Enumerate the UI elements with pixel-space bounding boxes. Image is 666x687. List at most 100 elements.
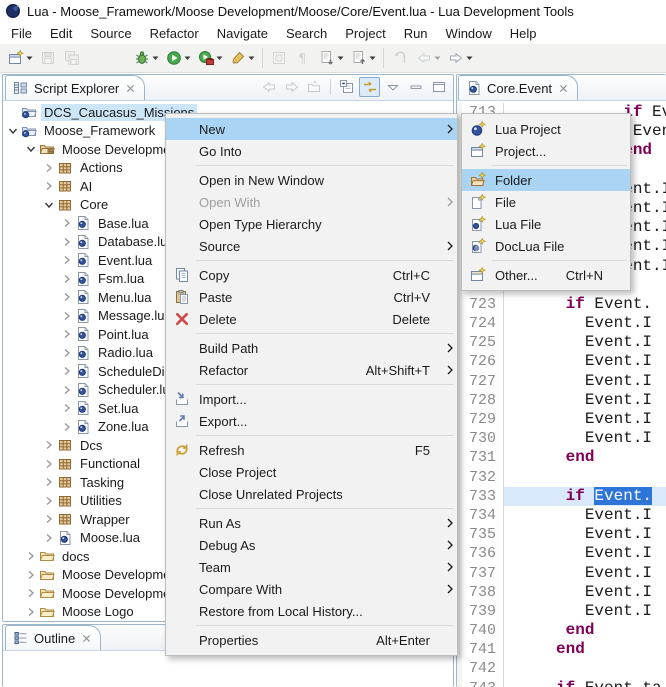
code-line-732[interactable]: 732 (457, 468, 666, 487)
dropdown-arrow-icon[interactable] (369, 56, 376, 61)
code-line-733[interactable]: 733 if Event. (457, 487, 666, 506)
dropdown-arrow-icon[interactable] (434, 56, 441, 61)
menu-item-refresh[interactable]: RefreshF5 (166, 439, 457, 461)
menu-item-folder[interactable]: Folder (462, 169, 630, 191)
menu-item-close-unrelated-projects[interactable]: Close Unrelated Projects (166, 483, 457, 505)
menu-item-file[interactable]: File (462, 191, 630, 213)
menubar-item-refactor[interactable]: Refactor (141, 24, 208, 43)
chevron-right-icon[interactable] (59, 215, 75, 231)
close-icon[interactable] (559, 84, 568, 93)
code-line-738[interactable]: 738 Event.I (457, 583, 666, 602)
menu-item-other[interactable]: Other...Ctrl+N (462, 264, 630, 286)
chevron-right-icon[interactable] (59, 234, 75, 250)
menu-item-open-type-hierarchy[interactable]: Open Type Hierarchy (166, 213, 457, 235)
menu-item-copy[interactable]: CopyCtrl+C (166, 264, 457, 286)
menu-item-import[interactable]: Import... (166, 388, 457, 410)
chevron-right-icon[interactable] (59, 363, 75, 379)
menu-item-compare-with[interactable]: Compare With (166, 578, 457, 600)
dropdown-arrow-icon[interactable] (26, 56, 33, 61)
chevron-right-icon[interactable] (23, 548, 39, 564)
chevron-right-icon[interactable] (59, 289, 75, 305)
close-icon[interactable] (126, 84, 135, 93)
code-line-726[interactable]: 726 Event.I (457, 352, 666, 371)
close-icon[interactable] (82, 634, 91, 643)
code-line-729[interactable]: 729 Event.I (457, 410, 666, 429)
code-line-742[interactable]: 742 (457, 659, 666, 678)
code-line-739[interactable]: 739 Event.I (457, 602, 666, 621)
code-line-730[interactable]: 730 Event.I (457, 429, 666, 448)
menu-item-paste[interactable]: PasteCtrl+V (166, 286, 457, 308)
chevron-right-icon[interactable] (59, 271, 75, 287)
code-line-734[interactable]: 734 Event.I (457, 506, 666, 525)
prev-annotation-button[interactable] (347, 46, 379, 70)
menu-item-restore-from-local-history[interactable]: Restore from Local History... (166, 600, 457, 622)
forward-tool-button[interactable] (444, 46, 476, 70)
menu-item-build-path[interactable]: Build Path (166, 337, 457, 359)
menubar-item-edit[interactable]: Edit (41, 24, 81, 43)
chevron-right-icon[interactable] (41, 160, 57, 176)
menubar-item-source[interactable]: Source (81, 24, 140, 43)
dropdown-arrow-icon[interactable] (248, 56, 255, 61)
chevron-right-icon[interactable] (59, 326, 75, 342)
code-line-727[interactable]: 727 Event.I (457, 372, 666, 391)
menu-item-open-in-new-window[interactable]: Open in New Window (166, 169, 457, 191)
maximize-button[interactable] (428, 77, 449, 97)
menubar-item-window[interactable]: Window (437, 24, 501, 43)
link-editor-button[interactable] (359, 77, 380, 97)
chevron-down-icon[interactable] (41, 197, 57, 213)
code-line-728[interactable]: 728 Event.I (457, 391, 666, 410)
chevron-right-icon[interactable] (41, 493, 57, 509)
chevron-right-icon[interactable] (59, 252, 75, 268)
chevron-right-icon[interactable] (41, 530, 57, 546)
menu-item-lua-file[interactable]: Lua File (462, 213, 630, 235)
menu-item-source[interactable]: Source (166, 235, 457, 257)
code-line-743[interactable]: 743 if Event.ta (457, 679, 666, 687)
menu-item-go-into[interactable]: Go Into (166, 140, 457, 162)
menubar-item-run[interactable]: Run (395, 24, 437, 43)
view-menu-button[interactable] (382, 77, 403, 97)
new-wizard-button[interactable] (4, 46, 36, 70)
menu-item-team[interactable]: Team (166, 556, 457, 578)
chevron-right-icon[interactable] (41, 456, 57, 472)
menu-item-project[interactable]: Project... (462, 140, 630, 162)
menu-item-close-project[interactable]: Close Project (166, 461, 457, 483)
marker-button[interactable] (226, 46, 258, 70)
menu-item-properties[interactable]: PropertiesAlt+Enter (166, 629, 457, 651)
menu-item-new[interactable]: New (166, 118, 457, 140)
code-line-725[interactable]: 725 Event.I (457, 333, 666, 352)
chevron-right-icon[interactable] (59, 400, 75, 416)
code-line-724[interactable]: 724 Event.I (457, 314, 666, 333)
dropdown-arrow-icon[interactable] (216, 56, 223, 61)
dropdown-arrow-icon[interactable] (184, 56, 191, 61)
chevron-right-icon[interactable] (41, 474, 57, 490)
tab-script-explorer[interactable]: Script Explorer (5, 75, 145, 100)
chevron-right-icon[interactable] (41, 511, 57, 527)
menu-item-doclua-file[interactable]: @DocLua File (462, 235, 630, 257)
code-line-731[interactable]: 731 end (457, 448, 666, 467)
collapse-all-button[interactable] (336, 77, 357, 97)
debug-button[interactable] (130, 46, 162, 70)
code-line-735[interactable]: 735 Event.I (457, 525, 666, 544)
menubar-item-search[interactable]: Search (277, 24, 336, 43)
chevron-right-icon[interactable] (59, 419, 75, 435)
menubar-item-help[interactable]: Help (501, 24, 546, 43)
chevron-right-icon[interactable] (23, 567, 39, 583)
minimize-button[interactable] (405, 77, 426, 97)
menu-item-debug-as[interactable]: Debug As (166, 534, 457, 556)
chevron-right-icon[interactable] (23, 604, 39, 620)
chevron-right-icon[interactable] (23, 585, 39, 601)
code-line-723[interactable]: 723 if Event. (457, 295, 666, 314)
menu-item-run-as[interactable]: Run As (166, 512, 457, 534)
tab-outline[interactable]: Outline (5, 625, 101, 650)
menu-item-delete[interactable]: DeleteDelete (166, 308, 457, 330)
dropdown-arrow-icon[interactable] (466, 56, 473, 61)
run-button[interactable] (162, 46, 194, 70)
menubar-item-project[interactable]: Project (336, 24, 394, 43)
menu-item-export[interactable]: Export... (166, 410, 457, 432)
tab-core-event[interactable]: Core.Event (458, 75, 578, 100)
run-config-button[interactable] (194, 46, 226, 70)
dropdown-arrow-icon[interactable] (152, 56, 159, 61)
menubar-item-file[interactable]: File (2, 24, 41, 43)
chevron-down-icon[interactable] (23, 141, 39, 157)
menu-item-lua-project[interactable]: Lua Project (462, 118, 630, 140)
